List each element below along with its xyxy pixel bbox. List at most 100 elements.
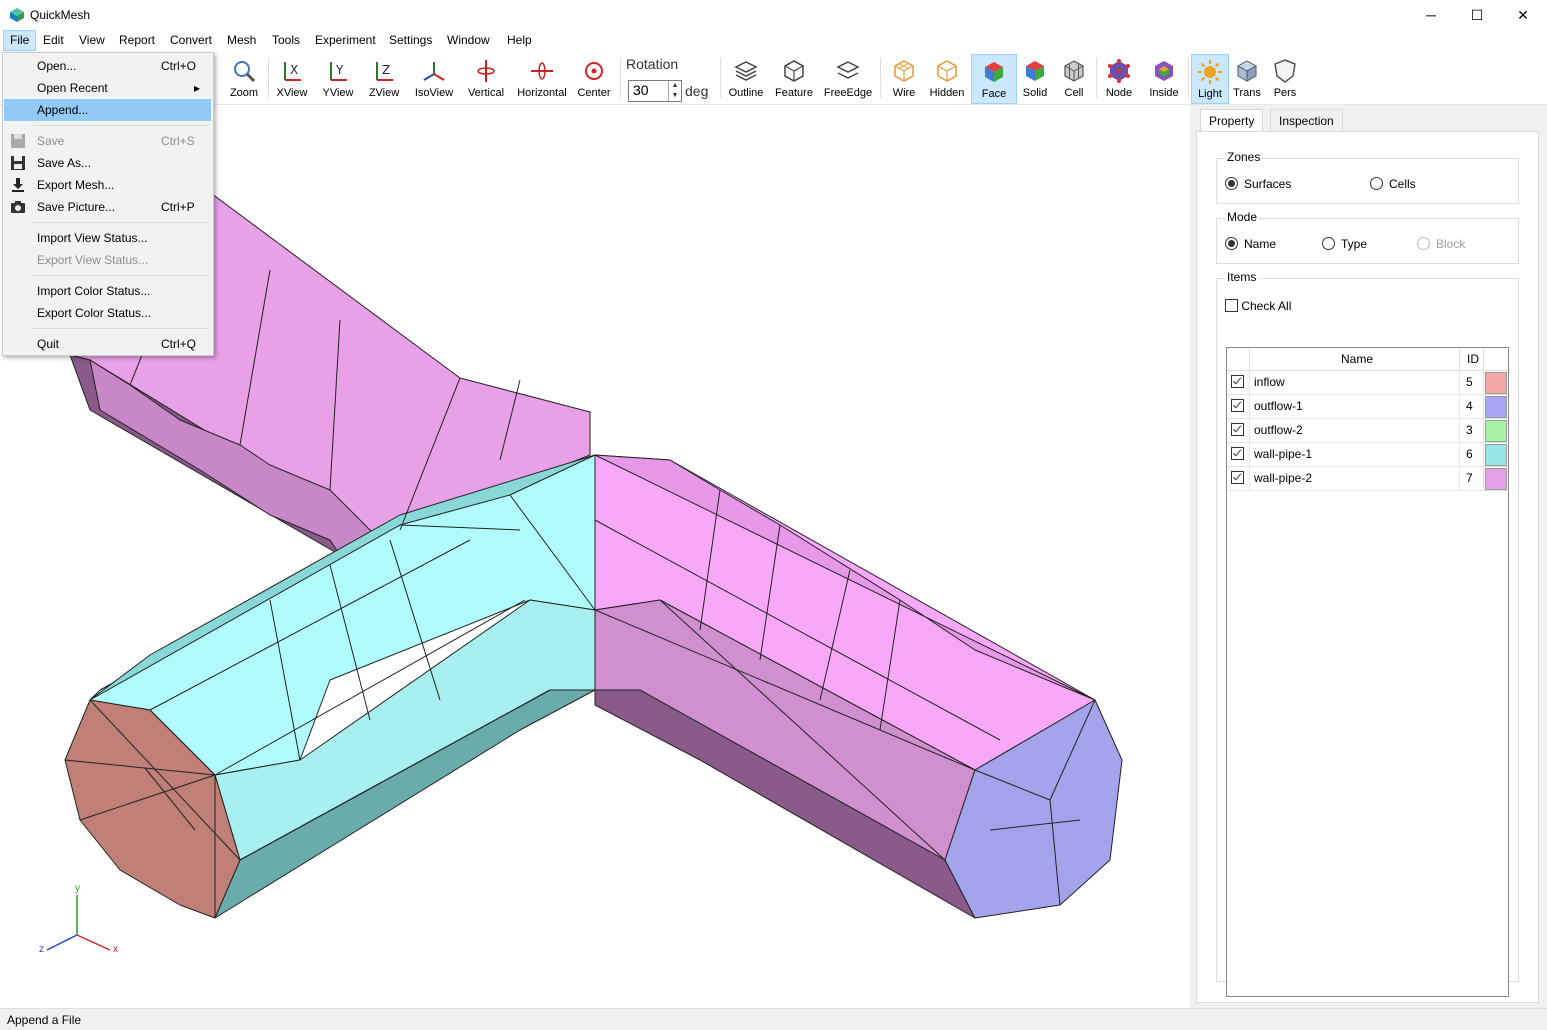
tab-inspection[interactable]: Inspection xyxy=(1270,109,1343,132)
download-icon xyxy=(12,178,24,192)
cells-radio[interactable]: Cells xyxy=(1370,177,1416,191)
items-table: Name ID inflow 5 outflow-1 4 outflow-2 3 wall-… xyxy=(1226,347,1509,997)
row-color-swatch[interactable] xyxy=(1485,420,1507,442)
freeedge-button[interactable]: FreeEdge xyxy=(822,54,874,102)
vertical-rotate-button[interactable]: Vertical xyxy=(464,54,508,102)
feature-button[interactable]: Feature xyxy=(772,54,816,102)
transparent-cube-icon xyxy=(1236,60,1258,82)
type-radio[interactable]: Type xyxy=(1322,237,1367,251)
row-checkbox[interactable] xyxy=(1231,442,1244,466)
menu-item-quit[interactable]: Quit Ctrl+Q xyxy=(4,333,211,355)
zoom-icon xyxy=(234,61,256,83)
row-id: 6 xyxy=(1466,447,1473,461)
submenu-arrow-icon: ▸ xyxy=(194,81,201,95)
hidden-button[interactable]: Hidden xyxy=(926,54,968,102)
menu-mesh[interactable]: Mesh xyxy=(221,30,262,51)
menu-window[interactable]: Window xyxy=(441,30,496,51)
row-id: 5 xyxy=(1466,375,1473,389)
zoom-button[interactable]: Zoom xyxy=(226,54,262,102)
row-color-swatch[interactable] xyxy=(1485,372,1507,394)
radio-empty-icon xyxy=(1370,177,1383,190)
outline-layers-icon xyxy=(734,61,758,81)
wire-button[interactable]: Wire xyxy=(884,54,924,102)
menu-item-save-picture[interactable]: Save Picture... Ctrl+P xyxy=(4,196,211,218)
row-name: outflow-1 xyxy=(1254,399,1303,413)
radio-selected-icon xyxy=(1225,177,1238,190)
zview-button[interactable]: Z ZView xyxy=(364,54,404,102)
pers-button[interactable]: Pers xyxy=(1267,54,1303,102)
row-checkbox[interactable] xyxy=(1231,418,1244,442)
menu-item-export-view-status: Export View Status... xyxy=(37,253,149,267)
cell-button[interactable]: Cell xyxy=(1056,54,1092,102)
rotation-value[interactable]: 30 xyxy=(633,82,649,98)
y-axis-view-icon: Y xyxy=(330,62,347,81)
menu-help[interactable]: Help xyxy=(501,30,538,51)
yview-button[interactable]: Y YView xyxy=(318,54,358,102)
menu-item-import-color-status[interactable]: Import Color Status... xyxy=(4,280,211,302)
horizontal-rotate-button[interactable]: Horizontal xyxy=(514,54,570,102)
status-message: Append a File xyxy=(7,1013,82,1027)
row-color-swatch[interactable] xyxy=(1485,468,1507,490)
axis-z-label: z xyxy=(39,944,44,955)
maximize-button[interactable]: ☐ xyxy=(1454,0,1500,30)
title-bar: QuickMesh ─ ☐ ✕ xyxy=(0,0,1547,30)
tab-property[interactable]: Property xyxy=(1200,109,1264,133)
xview-button[interactable]: X XView xyxy=(272,54,312,102)
menu-view[interactable]: View xyxy=(73,30,111,51)
table-row[interactable]: wall-pipe-1 6 xyxy=(1227,442,1508,467)
light-button[interactable]: Light xyxy=(1191,54,1229,104)
menu-convert[interactable]: Convert xyxy=(164,30,218,51)
table-row[interactable]: wall-pipe-2 7 xyxy=(1227,466,1508,491)
menu-separator xyxy=(33,275,209,276)
menu-tools[interactable]: Tools xyxy=(266,30,306,51)
toolbar-separator xyxy=(268,58,269,98)
table-row[interactable]: inflow 5 xyxy=(1227,370,1508,395)
zones-group: Zones Surfaces Cells xyxy=(1216,150,1519,204)
table-header: Name ID xyxy=(1227,348,1508,371)
isoview-button[interactable]: IsoView xyxy=(410,54,458,102)
close-button[interactable]: ✕ xyxy=(1500,0,1546,30)
hidden-cube-icon xyxy=(937,60,957,82)
menu-edit[interactable]: Edit xyxy=(37,30,70,51)
row-checkbox[interactable] xyxy=(1231,370,1244,394)
inside-cube-icon xyxy=(1155,61,1173,81)
solid-button[interactable]: Solid xyxy=(1016,54,1054,102)
node-button[interactable]: Node xyxy=(1100,54,1138,102)
column-name[interactable]: Name xyxy=(1341,352,1373,366)
name-radio[interactable]: Name xyxy=(1225,237,1276,251)
row-checkbox[interactable] xyxy=(1231,466,1244,490)
row-checkbox[interactable] xyxy=(1231,394,1244,418)
outline-button[interactable]: Outline xyxy=(726,54,766,102)
row-color-swatch[interactable] xyxy=(1485,396,1507,418)
mode-label: Mode xyxy=(1225,210,1260,224)
menu-settings[interactable]: Settings xyxy=(383,30,438,51)
column-id[interactable]: ID xyxy=(1467,352,1479,366)
menu-item-export-color-status[interactable]: Export Color Status... xyxy=(4,302,211,324)
face-button[interactable]: Face xyxy=(971,54,1017,104)
inside-button[interactable]: Inside xyxy=(1142,54,1186,102)
cell-grid-icon xyxy=(1064,60,1084,82)
menu-file[interactable]: File xyxy=(3,30,37,51)
menu-item-export-mesh[interactable]: Export Mesh... xyxy=(4,174,211,196)
row-color-swatch[interactable] xyxy=(1485,444,1507,466)
solid-cube-icon xyxy=(1026,61,1044,81)
check-all-checkbox[interactable]: Check All xyxy=(1225,299,1291,313)
surfaces-radio[interactable]: Surfaces xyxy=(1225,177,1291,191)
rotation-spinbox[interactable]: 30 ▲ ▼ xyxy=(628,80,682,102)
menu-report[interactable]: Report xyxy=(113,30,161,51)
menu-item-open[interactable]: Open... Ctrl+O xyxy=(4,55,211,77)
svg-text:Y: Y xyxy=(335,63,344,77)
menu-item-import-view-status[interactable]: Import View Status... xyxy=(4,227,211,249)
menu-item-append[interactable]: Append... xyxy=(4,99,211,121)
trans-button[interactable]: Trans xyxy=(1229,54,1265,102)
perspective-shield-icon xyxy=(1274,59,1296,83)
table-row[interactable]: outflow-2 3 xyxy=(1227,418,1508,443)
minimize-button[interactable]: ─ xyxy=(1408,0,1454,30)
menu-item-open-recent[interactable]: Open Recent ▸ xyxy=(4,77,211,99)
menu-experiment[interactable]: Experiment xyxy=(309,30,382,51)
menu-item-save-as[interactable]: Save As... xyxy=(4,152,211,174)
center-button[interactable]: Center xyxy=(574,54,614,102)
spin-arrows-icon[interactable]: ▲ ▼ xyxy=(668,81,681,101)
table-row[interactable]: outflow-1 4 xyxy=(1227,394,1508,419)
row-name: outflow-2 xyxy=(1254,423,1303,437)
